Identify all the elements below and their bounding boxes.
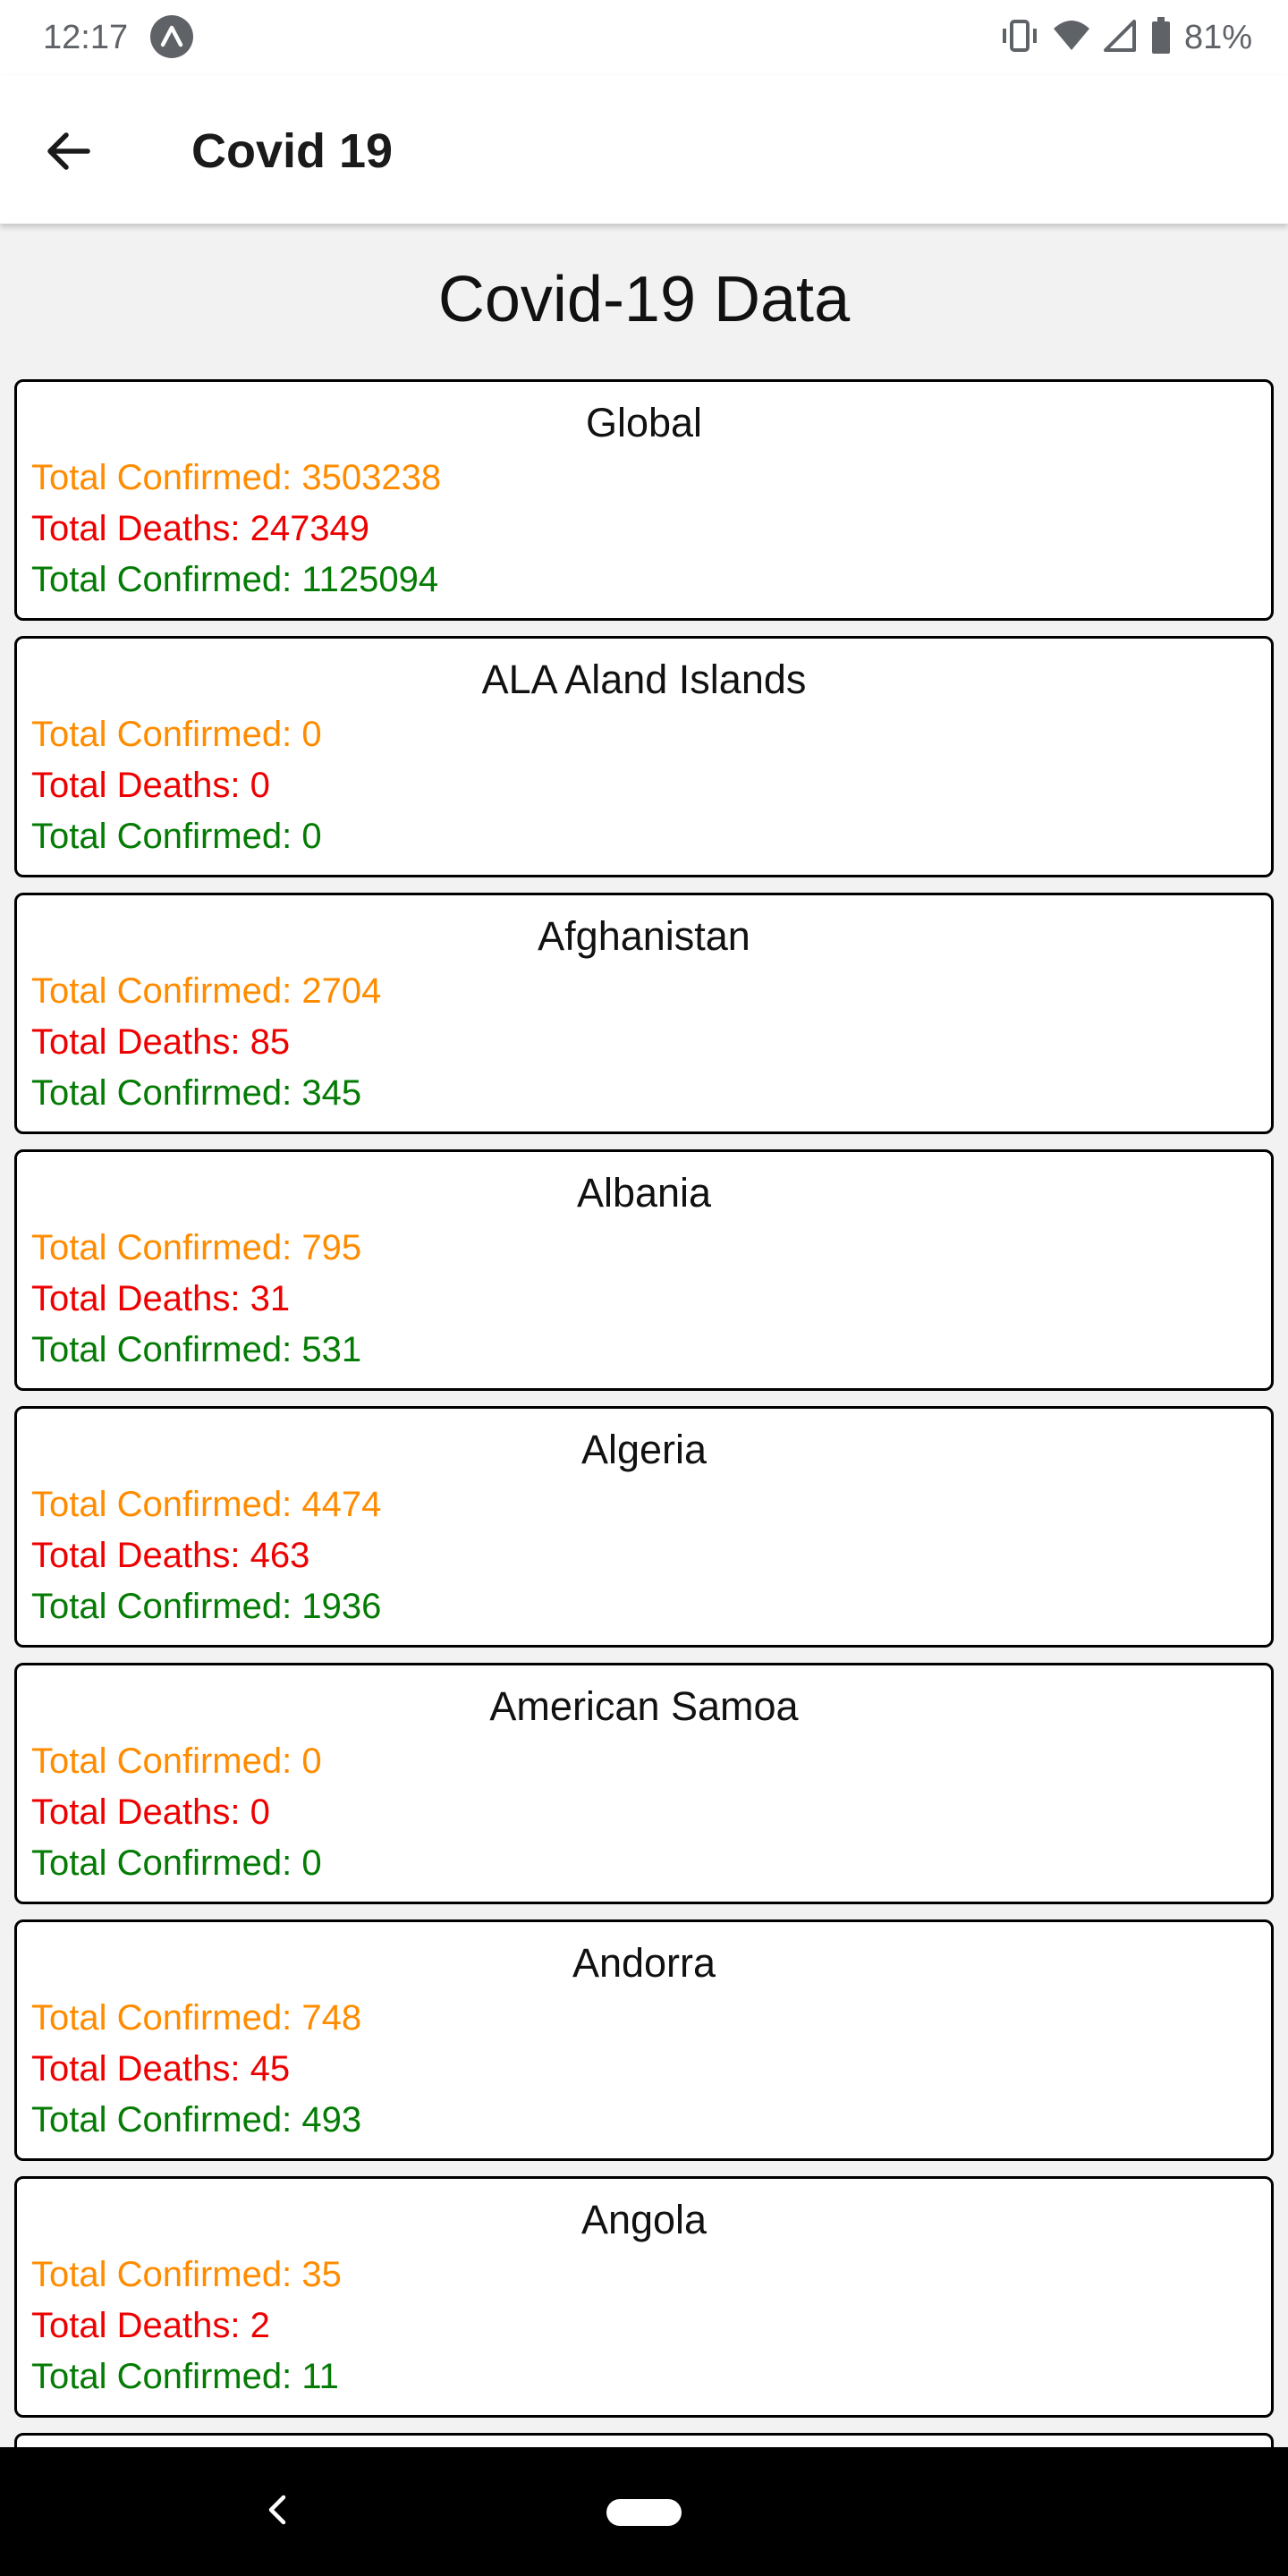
country-card-list: Global Total Confirmed: 3503238 Total De…	[14, 379, 1274, 2447]
status-time: 12:17	[43, 19, 129, 56]
card-title: American Samoa	[489, 1683, 799, 1729]
total-confirmed-text: Total Confirmed: 0	[31, 715, 322, 754]
card-title: Andorra	[572, 1940, 716, 1986]
total-confirmed-text: Total Confirmed: 748	[31, 1998, 362, 2038]
card-title: Albania	[576, 1170, 712, 1216]
cell-signal-icon	[1103, 18, 1138, 58]
system-nav-bar	[0, 2447, 1288, 2576]
nav-home-pill-icon[interactable]	[606, 2499, 682, 2526]
total-confirmed-text: Total Confirmed: 2704	[31, 971, 382, 1011]
screen: 12:17 81% Covid 19 Covid-19 Data Global …	[0, 0, 1288, 2576]
country-card-global[interactable]: Global Total Confirmed: 3503238 Total De…	[14, 379, 1274, 621]
battery-percent: 81%	[1183, 19, 1252, 56]
country-card-algeria[interactable]: Algeria Total Confirmed: 4474 Total Deat…	[14, 1406, 1274, 1648]
total-deaths-text: Total Deaths: 0	[31, 766, 270, 805]
total-recovered-text: Total Confirmed: 11	[31, 2357, 339, 2396]
country-card-ala-aland-islands[interactable]: ALA Aland Islands Total Confirmed: 0 Tot…	[14, 636, 1274, 877]
card-title: Algeria	[580, 1427, 708, 1472]
page-title: Covid-19 Data	[437, 264, 851, 335]
total-recovered-text: Total Confirmed: 345	[31, 1073, 362, 1113]
country-card-american-samoa[interactable]: American Samoa Total Confirmed: 0 Total …	[14, 1663, 1274, 1904]
card-title: ALA Aland Islands	[481, 657, 807, 702]
total-deaths-text: Total Deaths: 85	[31, 1022, 291, 1062]
total-confirmed-text: Total Confirmed: 0	[31, 1741, 322, 1781]
status-icons: 81%	[1000, 16, 1252, 59]
total-recovered-text: Total Confirmed: 0	[31, 1843, 322, 1883]
vibrate-icon	[1000, 18, 1039, 58]
total-confirmed-text: Total Confirmed: 3503238	[31, 458, 442, 497]
total-confirmed-text: Total Confirmed: 4474	[31, 1485, 382, 1524]
card-title: Angola	[580, 2197, 708, 2242]
card-title: Afghanistan	[538, 913, 750, 959]
app-notification-icon	[150, 15, 193, 58]
content-scroll[interactable]: Covid-19 Data Global Total Confirmed: 35…	[0, 224, 1288, 2447]
total-recovered-text: Total Confirmed: 493	[31, 2100, 362, 2140]
total-deaths-text: Total Deaths: 247349	[31, 509, 370, 548]
back-button[interactable]	[32, 115, 104, 187]
total-recovered-text: Total Confirmed: 531	[31, 1330, 362, 1369]
total-recovered-text: Total Confirmed: 1125094	[31, 560, 439, 599]
card-title: Global	[585, 400, 703, 445]
total-recovered-text: Total Confirmed: 0	[31, 817, 322, 856]
status-bar: 12:17 81%	[0, 0, 1288, 75]
total-deaths-text: Total Deaths: 463	[31, 1536, 310, 1575]
country-card-afghanistan[interactable]: Afghanistan Total Confirmed: 2704 Total …	[14, 893, 1274, 1134]
total-confirmed-text: Total Confirmed: 35	[31, 2255, 342, 2294]
country-card-angola[interactable]: Angola Total Confirmed: 35 Total Deaths:…	[14, 2176, 1274, 2418]
arrow-back-icon	[47, 132, 90, 170]
country-card-partial[interactable]	[14, 2433, 1274, 2447]
total-deaths-text: Total Deaths: 2	[31, 2306, 270, 2345]
app-bar: Covid 19	[0, 75, 1288, 224]
country-card-andorra[interactable]: Andorra Total Confirmed: 748 Total Death…	[14, 1919, 1274, 2161]
nav-back-icon	[268, 2495, 286, 2525]
total-deaths-text: Total Deaths: 31	[31, 1279, 291, 1318]
total-confirmed-text: Total Confirmed: 795	[31, 1228, 362, 1267]
wifi-icon	[1052, 18, 1091, 58]
total-recovered-text: Total Confirmed: 1936	[31, 1587, 382, 1626]
country-card-albania[interactable]: Albania Total Confirmed: 795 Total Death…	[14, 1149, 1274, 1391]
total-deaths-text: Total Deaths: 45	[31, 2049, 291, 2089]
total-deaths-text: Total Deaths: 0	[31, 1792, 270, 1832]
app-title: Covid 19	[191, 124, 394, 178]
battery-icon	[1150, 16, 1172, 59]
nav-back-button[interactable]	[252, 2485, 302, 2535]
